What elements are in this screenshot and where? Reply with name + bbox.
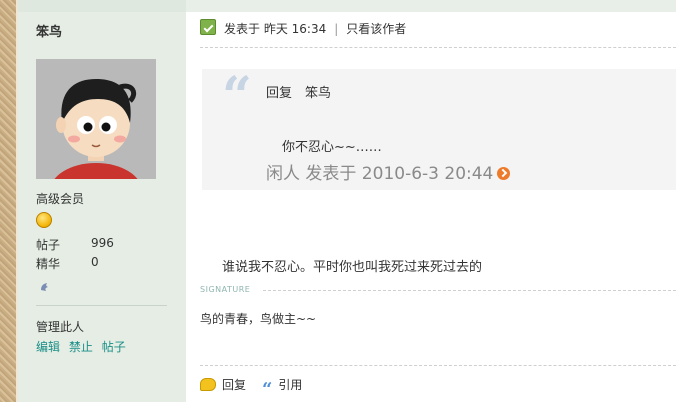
page-border-texture — [0, 0, 16, 402]
stat-digest-label: 精华 — [36, 257, 61, 271]
username[interactable]: 笨鸟 — [36, 21, 62, 40]
stat-posts-label: 帖子 — [36, 238, 61, 252]
quote-source: 闲人 发表于 2010-6-3 20:44 — [266, 164, 494, 184]
sidebar-header-bar — [18, 0, 186, 12]
quote-text: 你不忍心~~…… — [282, 140, 382, 155]
user-rank: 高级会员 — [36, 192, 85, 206]
goto-post-icon[interactable] — [497, 167, 511, 180]
signature-label: Signature — [200, 285, 251, 294]
signature-divider — [263, 290, 676, 291]
post-meta: 发表于 昨天 16:34 | 只看该作者 — [224, 20, 406, 37]
stat-digest-value: 0 — [91, 255, 99, 269]
smiley-icon — [36, 212, 52, 228]
post-actions: 回复 “ 引用 — [200, 376, 302, 399]
post-time: 发表于 昨天 16:34 — [224, 22, 327, 36]
admin-link-edit[interactable]: 编辑 — [36, 340, 60, 354]
stat-digest: 精华 0 — [36, 255, 99, 272]
meta-separator: | — [334, 22, 339, 36]
admin-link-ban[interactable]: 禁止 — [69, 340, 93, 354]
signature-text: 鸟的青春，鸟做主~~ — [200, 312, 317, 326]
online-check-icon — [200, 19, 216, 35]
sidebar-divider — [36, 305, 167, 306]
manage-user-label: 管理此人 — [36, 320, 85, 334]
quote-button[interactable]: 引用 — [278, 378, 302, 392]
quote-block: “ 回复 笨鸟 你不忍心~~…… 闲人 发表于 2010-6-3 20:44 — [202, 69, 676, 190]
add-buddy-icon-shape — [41, 283, 48, 291]
stat-posts-value: 996 — [91, 236, 114, 250]
post-content: 发表于 昨天 16:34 | 只看该作者 “ 回复 笨鸟 你不忍心~~…… 闲人 发… — [186, 0, 676, 402]
add-buddy-icon[interactable] — [39, 281, 51, 296]
avatar-image — [36, 59, 156, 179]
post-header-bar — [186, 0, 676, 12]
quote-mark-icon: “ — [222, 66, 252, 127]
actions-divider — [200, 365, 676, 366]
reply-button[interactable]: 回复 — [222, 378, 246, 392]
admin-link-posts[interactable]: 帖子 — [102, 340, 126, 354]
quote-footer: 闲人 发表于 2010-6-3 20:44 — [266, 159, 511, 184]
stat-posts: 帖子 996 — [36, 236, 114, 253]
reply-icon[interactable] — [200, 378, 216, 391]
user-sidebar: 笨鸟 高级会员 帖子 996 精华 0 管理此人 编辑 禁止 帖子 — [18, 0, 186, 402]
meta-divider — [200, 47, 676, 48]
author-only-link[interactable]: 只看该作者 — [346, 22, 406, 36]
avatar[interactable] — [36, 59, 156, 179]
quote-head: 回复 笨鸟 — [266, 86, 332, 101]
admin-links: 编辑 禁止 帖子 — [36, 338, 131, 355]
post-body: 谁说我不忍心。平时你也叫我死过来死过去的 — [222, 260, 483, 275]
quote-icon[interactable]: “ — [262, 381, 272, 399]
